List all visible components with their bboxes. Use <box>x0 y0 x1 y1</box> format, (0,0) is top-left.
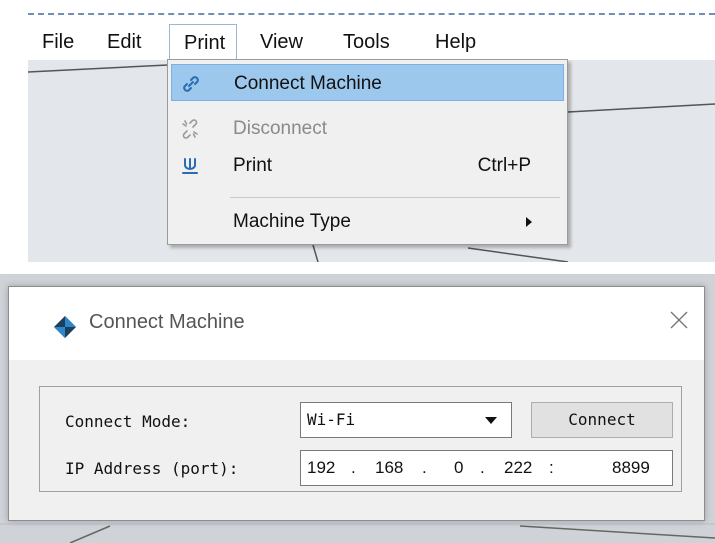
ip-octet-2[interactable]: 168 <box>375 451 403 485</box>
ip-octet-3[interactable]: 0 <box>454 451 463 485</box>
ip-port[interactable]: 8899 <box>612 451 650 485</box>
ip-address-field[interactable]: 192 . 168 . 0 . 222 : 8899 <box>300 450 673 486</box>
ip-dot: . <box>480 458 485 477</box>
menu-item-machine-type[interactable]: Machine Type <box>171 203 564 240</box>
menu-help[interactable]: Help <box>435 24 487 60</box>
close-icon[interactable] <box>666 307 692 333</box>
menu-item-label: Disconnect <box>233 118 327 139</box>
menu-item-label: Connect Machine <box>234 73 382 94</box>
menu-item-shortcut: Ctrl+P <box>477 155 531 176</box>
menu-separator <box>230 197 560 198</box>
menu-bar: File Edit Print View Tools Help <box>28 24 715 60</box>
dialog-screenshot: Connect Machine Connect Mode: Wi-Fi Conn… <box>0 274 715 543</box>
menu-item-disconnect[interactable]: Disconnect <box>171 110 564 147</box>
connect-mode-value: Wi-Fi <box>307 410 356 429</box>
print-icon <box>182 158 198 174</box>
dialog-title: Connect Machine <box>89 311 245 333</box>
menu-print[interactable]: Print <box>169 24 237 60</box>
menu-file[interactable]: File <box>42 24 82 60</box>
menu-item-connect-machine[interactable]: Connect Machine <box>171 64 564 101</box>
print-dropdown-menu: Connect Machine Disconnect Print Ctrl+P … <box>167 59 568 245</box>
dropdown-arrow-icon <box>485 417 497 424</box>
ip-dot: . <box>422 458 427 477</box>
app-logo-icon <box>54 316 76 338</box>
ip-address-label: IP Address (port): <box>65 459 239 478</box>
ip-dot: . <box>351 458 356 477</box>
broken-link-icon <box>182 119 198 139</box>
menu-screenshot: File Edit Print View Tools Help Connect … <box>0 0 715 262</box>
menu-tools[interactable]: Tools <box>343 24 409 60</box>
link-icon <box>183 76 199 92</box>
dashed-border <box>28 13 715 15</box>
connect-mode-label: Connect Mode: <box>65 412 191 431</box>
menu-edit[interactable]: Edit <box>107 24 153 60</box>
menu-item-label: Machine Type <box>233 211 351 232</box>
connect-machine-dialog: Connect Machine Connect Mode: Wi-Fi Conn… <box>8 286 705 521</box>
connect-button[interactable]: Connect <box>531 402 673 438</box>
connect-mode-select[interactable]: Wi-Fi <box>300 402 512 438</box>
ip-port-separator: : <box>549 458 554 477</box>
dialog-body: Connect Mode: Wi-Fi Connect IP Address (… <box>9 360 704 520</box>
menu-item-print[interactable]: Print Ctrl+P <box>171 147 564 184</box>
menu-view[interactable]: View <box>260 24 315 60</box>
ip-octet-4[interactable]: 222 <box>504 451 532 485</box>
submenu-arrow-icon <box>526 217 532 227</box>
menu-item-label: Print <box>233 155 273 176</box>
ip-octet-1[interactable]: 192 <box>307 451 335 485</box>
